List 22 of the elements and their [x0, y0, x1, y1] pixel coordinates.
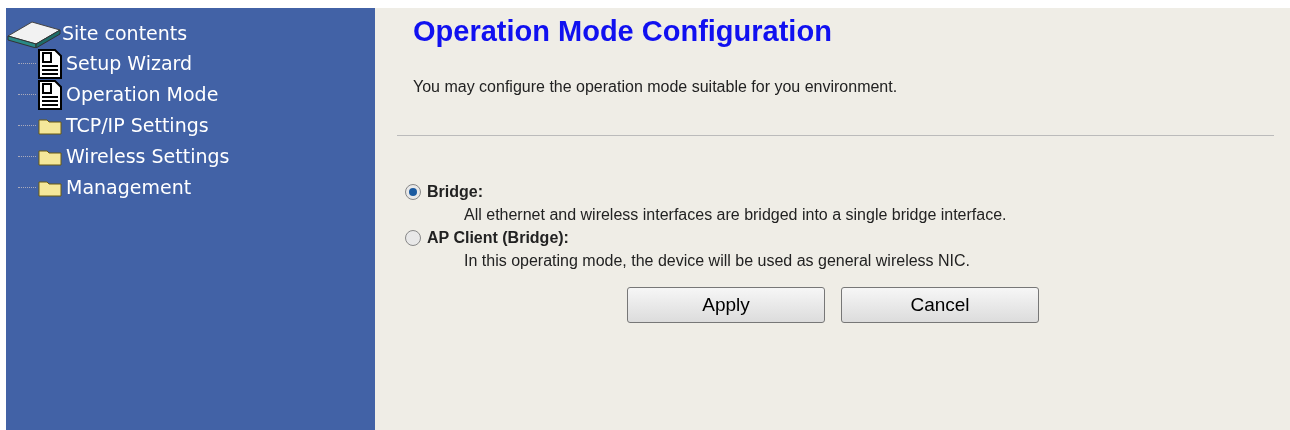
folder-icon: [38, 116, 62, 135]
form-button[interactable]: Apply: [627, 286, 825, 323]
form-button[interactable]: Cancel: [841, 286, 1039, 323]
radio-button[interactable]: [405, 183, 421, 200]
tree-link[interactable]: TCP/IP Settings: [66, 111, 209, 140]
document-icon: [38, 48, 62, 79]
radio-button[interactable]: [405, 229, 421, 246]
folder-icon: [38, 147, 62, 166]
tree-link[interactable]: Wireless Settings: [66, 142, 230, 171]
mode-label: Bridge:: [427, 181, 483, 202]
sidebar-title: Site contents: [62, 20, 188, 46]
drive-icon: [6, 18, 62, 48]
page-title: Operation Mode Configuration: [413, 14, 833, 49]
tree-link[interactable]: Setup Wizard: [66, 49, 193, 78]
page-description: You may configure the operation mode suitable for you environment.: [413, 76, 899, 97]
mode-label: AP Client (Bridge):: [427, 227, 569, 248]
mode-description: All ethernet and wireless interfaces are bridged into a single bridge interface.: [464, 205, 1007, 223]
mode-description: In this operating mode, the device will be used as general wireless NIC.: [464, 251, 971, 269]
tree-link[interactable]: Management: [66, 173, 192, 202]
document-icon: [38, 79, 62, 110]
folder-icon: [38, 178, 62, 197]
tree-link[interactable]: Operation Mode: [66, 80, 219, 109]
